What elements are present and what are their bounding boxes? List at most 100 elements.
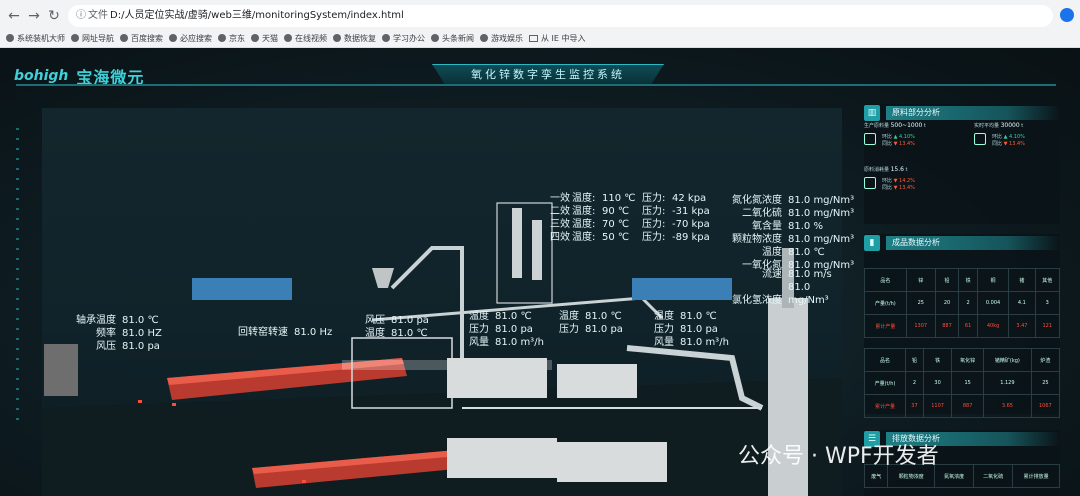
- product-table-2: 品名铅铁氧化锌 锗精矿(kg) 炉渣 产量(t/h) 2 30 15 1.129 25 累计产量 3…: [864, 348, 1061, 418]
- product-panel: ▮ 成品数据分析 品名锌铅铁铜锗其他 产量(t/h) 25 20 2 0.004 4.1 3 累计…: [864, 234, 1061, 418]
- reading-value: 81.0 ℃: [391, 328, 428, 339]
- effect-tv: 110 ℃: [602, 193, 636, 204]
- reading-value: 81.0 HZ: [122, 328, 162, 339]
- effect-row: 三效 温度: 70 ℃ 压力: -70 kpa: [550, 218, 722, 231]
- table-header: 品名: [864, 348, 906, 372]
- address-bar[interactable]: ⓘ 文件 D:/人员定位实战/虚骑/web三维/monitoringSystem…: [68, 5, 1073, 27]
- bookmark-item[interactable]: 数据恢复: [333, 30, 376, 46]
- table-cell: 累计产量: [864, 314, 907, 338]
- reading-row: 温度 81.0 ℃: [559, 310, 623, 323]
- reload-icon[interactable]: ↻: [44, 6, 64, 26]
- effect-name: 一效: [550, 193, 570, 204]
- left-decoration: [16, 128, 19, 428]
- effect-name: 四效: [550, 232, 570, 243]
- bookmark-item[interactable]: 系统装机大师: [6, 30, 65, 46]
- reading-key: 压力: [469, 324, 489, 335]
- forward-icon[interactable]: →: [24, 6, 44, 26]
- reading-value: 81.0 ℃: [122, 315, 159, 326]
- reading-value: 81.0 pa: [680, 324, 718, 335]
- bookmark-item[interactable]: 学习办公: [382, 30, 425, 46]
- globe-icon: [333, 34, 341, 42]
- table-header: 铁: [958, 268, 978, 292]
- effect-pv: -31 kpa: [672, 206, 710, 217]
- effect-t: 温度:: [572, 219, 596, 230]
- watermark: 公众号 · WPF开发者: [738, 444, 939, 469]
- bookmark-item[interactable]: 头条新闻: [431, 30, 474, 46]
- ratio-value: ▼ 13.4%: [893, 141, 915, 147]
- table-cell: 0.004: [976, 291, 1010, 315]
- reading-key: 风量: [654, 337, 674, 348]
- table-cell: 37: [904, 394, 925, 418]
- unit3-readings: 温度 81.0 ℃ 压力 81.0 pa 风量 81.0 m³/h: [654, 310, 729, 349]
- table-row: 累计产量 37 1107 887 3.65 1067: [864, 394, 1061, 418]
- table-cell: 15: [951, 371, 985, 395]
- ratio-value: ▼ 13.4%: [893, 185, 915, 191]
- bookmark-label: 从 IE 中导入: [541, 33, 586, 43]
- bookmark-item[interactable]: 网址导航: [71, 30, 114, 46]
- effect-row: 四效 温度: 50 ℃ 压力: -89 kpa: [550, 231, 722, 244]
- dust-collector-2: [557, 364, 637, 398]
- bookmark-item[interactable]: 在线视频: [284, 30, 327, 46]
- filter-press-2: [632, 278, 732, 300]
- reading-row: 氯化氢浓度 mg/Nm³: [730, 294, 832, 307]
- bookmark-item[interactable]: 从 IE 中导入: [529, 30, 586, 46]
- logo: bohigh: [14, 68, 69, 84]
- table-cell: 121: [1034, 314, 1061, 338]
- back-icon[interactable]: ←: [4, 6, 24, 26]
- table-cell: 1307: [905, 314, 936, 338]
- globe-icon: [71, 34, 79, 42]
- bookmark-label: 头条新闻: [442, 33, 474, 43]
- reading-key: 氯化氢浓度: [732, 295, 782, 306]
- reading-value: 81.0 m³/h: [680, 337, 729, 348]
- stat-value: 30000: [1000, 122, 1020, 129]
- table-header: 锌: [905, 268, 936, 292]
- globe-icon: [120, 34, 128, 42]
- reading-row: 压力 81.0 pa: [469, 323, 544, 336]
- bookmark-label: 京东: [229, 33, 245, 43]
- url-text[interactable]: D:/人员定位实战/虚骑/web三维/monitoringSystem/inde…: [110, 5, 404, 27]
- ratio-label: 同比: [882, 185, 894, 191]
- reading-value: mg/Nm³: [788, 295, 829, 306]
- table-cell: 40kg: [976, 314, 1010, 338]
- globe-icon: [251, 34, 259, 42]
- bookmark-label: 在线视频: [295, 33, 327, 43]
- bookmark-item[interactable]: 必应搜索: [169, 30, 212, 46]
- reading-value: 81.0 ℃: [495, 311, 532, 322]
- effect-pv: -70 kpa: [672, 219, 710, 230]
- reading-value: 81.0 mg/Nm³: [788, 195, 855, 206]
- table-cell: 产量(t/h): [864, 371, 906, 395]
- info-icon[interactable]: ⓘ: [76, 5, 86, 27]
- stat-unit: t: [922, 123, 926, 129]
- reading-key: 压力: [559, 324, 579, 335]
- calendar-icon: [864, 133, 876, 145]
- raw-material-panel: ▥ 原料部分分析 生产原料量 500~1000 t 环比 ▲ 4.10% 同比 ▼ 1…: [864, 104, 1060, 224]
- table-cell: 产量(t/h): [864, 291, 907, 315]
- table-header: 其他: [1034, 268, 1061, 292]
- reading-row: 二氧化硫 81.0 mg/Nm³: [730, 207, 854, 220]
- table-cell: 3.65: [983, 394, 1032, 418]
- effect-p: 压力:: [642, 232, 666, 243]
- reading-value: 81.0: [788, 282, 811, 293]
- effect-tv: 50 ℃: [602, 232, 630, 243]
- reading-key: 温度: [365, 328, 385, 339]
- reading-value: 81.0 pa: [585, 324, 623, 335]
- effect-pv: -89 kpa: [672, 232, 710, 243]
- bookmark-item[interactable]: 百度搜索: [120, 30, 163, 46]
- kiln-readings: 轴承温度 81.0 ℃ 频率 81.0 HZ 风压 81.0 pa: [72, 314, 162, 353]
- bookmark-item[interactable]: 京东: [218, 30, 245, 46]
- file-label: 文件: [88, 10, 108, 21]
- profile-icon[interactable]: [1060, 8, 1074, 22]
- unit1-readings: 温度 81.0 ℃ 压力 81.0 pa 风量 81.0 m³/h: [469, 310, 544, 349]
- effect-name: 三效: [550, 219, 570, 230]
- reading-key: 氧含量: [752, 221, 782, 232]
- reading-row: 风压 81.0 pa: [365, 314, 429, 327]
- factory-3d-scene[interactable]: 轴承温度 81.0 ℃ 频率 81.0 HZ 风压 81.0 pa 回转窑转速 81.0 H…: [42, 108, 854, 496]
- globe-icon: [480, 34, 488, 42]
- bookmark-item[interactable]: 天猫: [251, 30, 278, 46]
- ratio-value: ▼ 13.4%: [1003, 141, 1025, 147]
- product-table-1: 品名锌铅铁铜锗其他 产量(t/h) 25 20 2 0.004 4.1 3 累计产量 1307 88…: [864, 268, 1061, 338]
- reading-key: 温度: [762, 247, 782, 258]
- bookmark-item[interactable]: 游戏娱乐: [480, 30, 523, 46]
- factory-illustration: [42, 202, 842, 496]
- reading-key: 风压: [96, 341, 116, 352]
